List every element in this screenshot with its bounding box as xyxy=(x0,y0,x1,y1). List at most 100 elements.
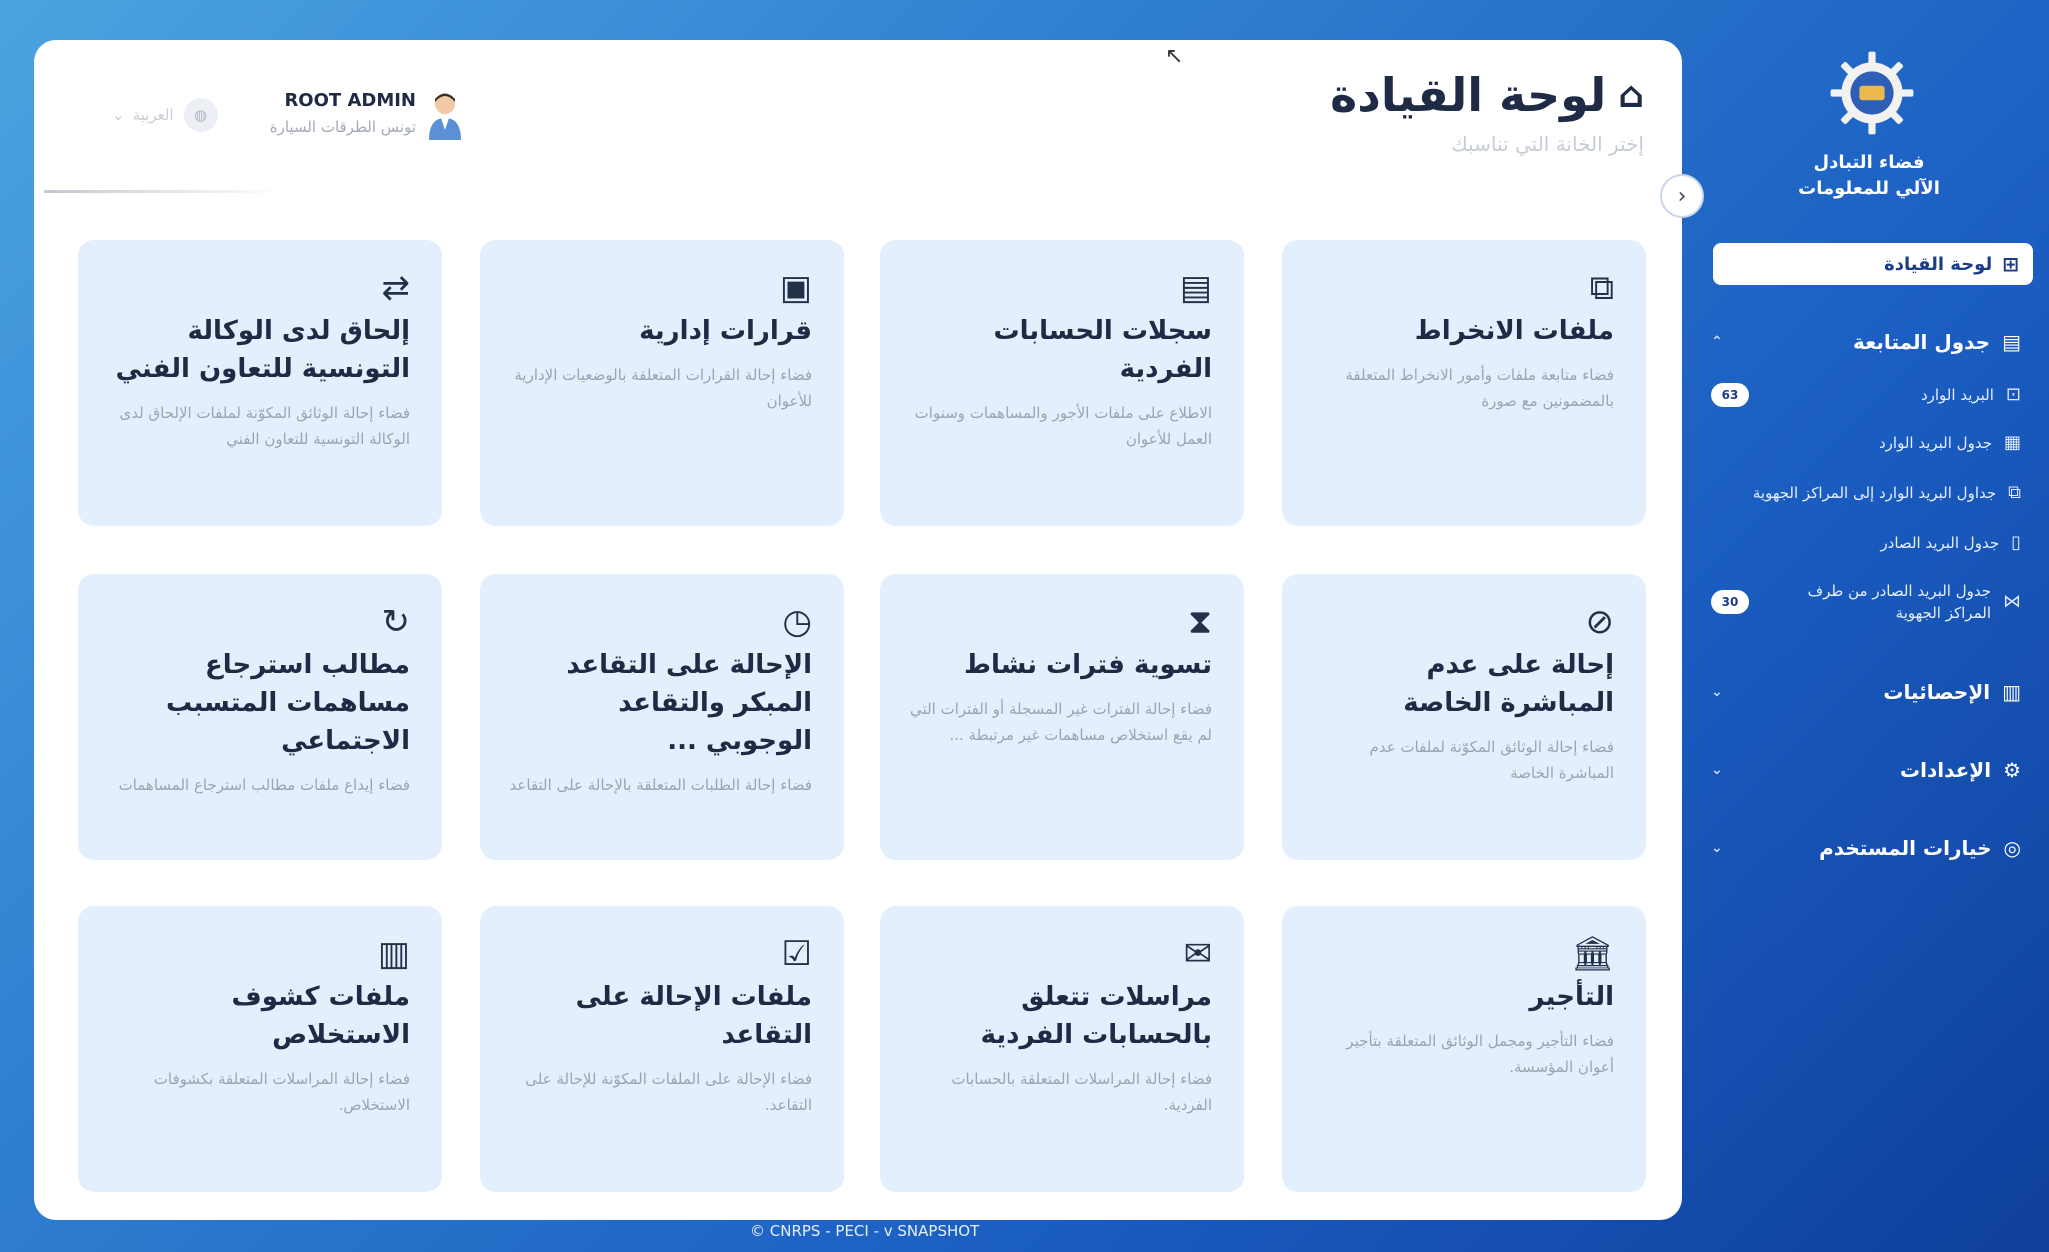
inbox-count-badge: 63 xyxy=(1711,383,1749,407)
card-special-non-activity[interactable]: ⊘ إحالة على عدم المباشرة الخاصة فضاء إحا… xyxy=(1282,574,1646,860)
nav-inbox-table[interactable]: جدول البريد الوارد ▦ xyxy=(1701,428,2021,458)
grid-icon: ⊞ xyxy=(2002,252,2019,276)
card-title: ملفات الإحالة على التقاعد xyxy=(575,982,812,1050)
nav-inbox[interactable]: 63 البريد الوارد ⊡ xyxy=(1701,380,2021,410)
chart-icon: ▥ xyxy=(2002,680,2021,704)
chevron-down-icon: ⌄ xyxy=(1711,762,1723,778)
table-icon: ▦ xyxy=(2003,432,2021,453)
card-contribution-refund[interactable]: ↻ مطالب استرجاع مساهمات المتسبب الاجتماع… xyxy=(78,574,442,860)
nav-dashboard[interactable]: لوحة القيادة ⊞ xyxy=(1713,243,2033,285)
nav-inbox-label: البريد الوارد xyxy=(1920,386,1994,404)
nav-user-options[interactable]: ⌄ خيارات المستخدم ◎ xyxy=(1701,830,2021,866)
brand-name: فضاء التبادل الآلي للمعلومات xyxy=(1779,150,1959,202)
nav-inbox-regional-label: جداول البريد الوارد إلى المراكز الجهوية xyxy=(1752,484,1997,502)
nav-dashboard-label: لوحة القيادة xyxy=(1884,253,1993,275)
card-title: مطالب استرجاع مساهمات المتسبب الاجتماعي xyxy=(165,650,410,756)
card-title: إحالة على عدم المباشرة الخاصة xyxy=(1403,650,1614,718)
nav-stats-label: الإحصائيات xyxy=(1883,680,1991,704)
logo-gear-icon xyxy=(1830,51,1914,135)
card-payroll[interactable]: 🏛 التأجير فضاء التأجير ومجمل الوثائق الم… xyxy=(1282,906,1646,1192)
nav-stats[interactable]: ⌄ الإحصائيات ▥ xyxy=(1701,674,2021,710)
chevron-down-icon: ⌄ xyxy=(1711,684,1723,700)
card-description: فضاء التأجير ومجمل الوثائق المتعلقة بتأج… xyxy=(1346,1032,1614,1076)
bank-icon: 🏛 xyxy=(1570,934,1614,974)
home-icon: ⌂ xyxy=(1618,74,1644,116)
card-individual-accounts[interactable]: ▤ سجلات الحسابات الفردية الاطلاع على ملف… xyxy=(880,240,1244,526)
share-icon: ⋈ xyxy=(2003,591,2021,612)
mail-icon: ✉ xyxy=(1183,934,1213,974)
book-icon: ▯ xyxy=(2011,532,2021,553)
nav-outbox-regional-label: جدول البريد الصادر من طرف المراكز الجهوي… xyxy=(1807,582,1991,622)
user-menu[interactable]: ROOT ADMIN تونس الطرقات السيارة xyxy=(244,90,464,150)
card-description: فضاء إحالة المراسلات المتعلقة بالحسابات … xyxy=(951,1070,1212,1114)
page-title-text: لوحة القيادة xyxy=(1330,68,1607,122)
nav-settings-label: الإعدادات xyxy=(1900,758,1992,782)
card-description: فضاء إحالة الطلبات المتعلقة بالإحالة على… xyxy=(509,776,812,794)
outbox-count-badge: 30 xyxy=(1711,590,1749,614)
nav-followup-label: جدول المتابعة xyxy=(1853,330,1991,354)
card-title: ملفات كشوف الاستخلاص xyxy=(231,982,410,1050)
sidebar: فضاء التبادل الآلي للمعلومات لوحة القياد… xyxy=(1669,0,2049,1252)
nav-inbox-table-label: جدول البريد الوارد xyxy=(1878,434,1992,452)
folder-clock-icon: ◷ xyxy=(782,602,812,642)
avatar xyxy=(429,93,461,140)
language-label: العربية xyxy=(132,106,174,124)
hourglass-icon: ⧗ xyxy=(1188,602,1212,642)
folder-check-icon: ☑ xyxy=(781,934,812,974)
transfer-icon: ⇄ xyxy=(381,268,411,308)
card-title: قرارات إدارية xyxy=(639,316,812,346)
brand-line2: الآلي للمعلومات xyxy=(1798,178,1940,199)
footer-copyright: © CNRPS - PECI - v SNAPSHOT xyxy=(750,1222,980,1240)
card-early-retirement[interactable]: ◷ الإحالة على التقاعد المبكر والتقاعد ال… xyxy=(480,574,844,860)
card-collection-statements[interactable]: ▥ ملفات كشوف الاستخلاص فضاء إحالة المراس… xyxy=(78,906,442,1192)
nav-outbox-table-label: جدول البريد الصادر xyxy=(1880,534,2000,552)
chevron-right-icon: › xyxy=(1677,183,1687,209)
card-description: فضاء متابعة ملفات وأمور الانخراط المتعلق… xyxy=(1345,366,1614,410)
card-title: الإحالة على التقاعد المبكر والتقاعد الوج… xyxy=(566,650,812,756)
card-retirement-files[interactable]: ☑ ملفات الإحالة على التقاعد فضاء الإحالة… xyxy=(480,906,844,1192)
card-technical-cooperation[interactable]: ⇄ إلحاق لدى الوكالة التونسية للتعاون الف… xyxy=(78,240,442,526)
header-divider xyxy=(44,190,284,193)
brand-line1: فضاء التبادل xyxy=(1813,152,1925,173)
nav-user-options-label: خيارات المستخدم xyxy=(1819,836,1992,860)
card-description: فضاء إحالة المراسلات المتعلقة بكشوفات ال… xyxy=(153,1070,410,1114)
chevron-up-icon: ⌃ xyxy=(1711,334,1723,350)
card-admin-decisions[interactable]: ▣ قرارات إدارية فضاء إحالة القرارات المت… xyxy=(480,240,844,526)
page-subtitle: إختر الخانة التي تناسبك xyxy=(1451,132,1644,156)
inbox-icon: ⊡ xyxy=(2005,384,2021,405)
card-membership-files[interactable]: ⧉ ملفات الانخراط فضاء متابعة ملفات وأمور… xyxy=(1282,240,1646,526)
copy-icon: ⧉ xyxy=(1589,268,1614,308)
gear-icon: ⚙ xyxy=(2003,758,2021,782)
nav-settings[interactable]: ⌄ الإعدادات ⚙ xyxy=(1701,752,2021,788)
card-description: فضاء إحالة القرارات المتعلقة بالوضعيات ا… xyxy=(514,366,812,410)
document-icon: ▥ xyxy=(377,934,410,974)
sidebar-toggle-button[interactable]: › xyxy=(1660,174,1704,218)
card-title: مراسلات تتعلق بالحسابات الفردية xyxy=(980,982,1212,1050)
nav-inbox-regional[interactable]: جداول البريد الوارد إلى المراكز الجهوية … xyxy=(1701,478,2021,508)
card-description: فضاء إحالة الوثائق المكوّنة لملفات عدم ا… xyxy=(1369,738,1614,782)
card-title: التأجير xyxy=(1529,982,1614,1012)
nav-outbox-table[interactable]: جدول البريد الصادر ▯ xyxy=(1701,528,2021,558)
card-description: فضاء إحالة الفترات غير المسجلة أو الفترا… xyxy=(910,700,1212,744)
ban-icon: ⊘ xyxy=(1585,602,1615,642)
user-organization: تونس الطرقات السيارة xyxy=(269,118,416,136)
user-name: ROOT ADMIN xyxy=(284,90,416,111)
card-description: فضاء إحالة الوثائق المكوّنة لملفات الإلح… xyxy=(119,404,410,448)
language-switcher[interactable]: ⌄ العربية ◍ xyxy=(112,98,218,132)
refresh-icon: ↻ xyxy=(381,602,411,642)
mouse-cursor-icon: ↖ xyxy=(1165,44,1184,69)
chevron-down-icon: ⌄ xyxy=(112,106,125,124)
flow-icon: ⧉ xyxy=(2008,482,2021,503)
card-account-correspondence[interactable]: ✉ مراسلات تتعلق بالحسابات الفردية فضاء إ… xyxy=(880,906,1244,1192)
archive-icon: ▣ xyxy=(779,268,812,308)
chevron-down-icon: ⌄ xyxy=(1711,840,1723,856)
card-title: إلحاق لدى الوكالة التونسية للتعاون الفني xyxy=(115,316,410,384)
card-title: تسوية فترات نشاط xyxy=(964,650,1212,680)
card-activity-periods[interactable]: ⧗ تسوية فترات نشاط فضاء إحالة الفترات غي… xyxy=(880,574,1244,860)
nav-followup[interactable]: ⌃ جدول المتابعة ▤ xyxy=(1701,324,2021,360)
id-card-icon: ▤ xyxy=(1179,268,1212,308)
nav-outbox-regional[interactable]: 30 جدول البريد الصادر من طرف المراكز الج… xyxy=(1701,578,2021,626)
card-description: فضاء الإحالة على الملفات المكوّنة للإحال… xyxy=(525,1070,812,1114)
card-title: سجلات الحسابات الفردية xyxy=(993,316,1212,384)
page-title: لوحة القيادة ⌂ xyxy=(1330,68,1644,122)
